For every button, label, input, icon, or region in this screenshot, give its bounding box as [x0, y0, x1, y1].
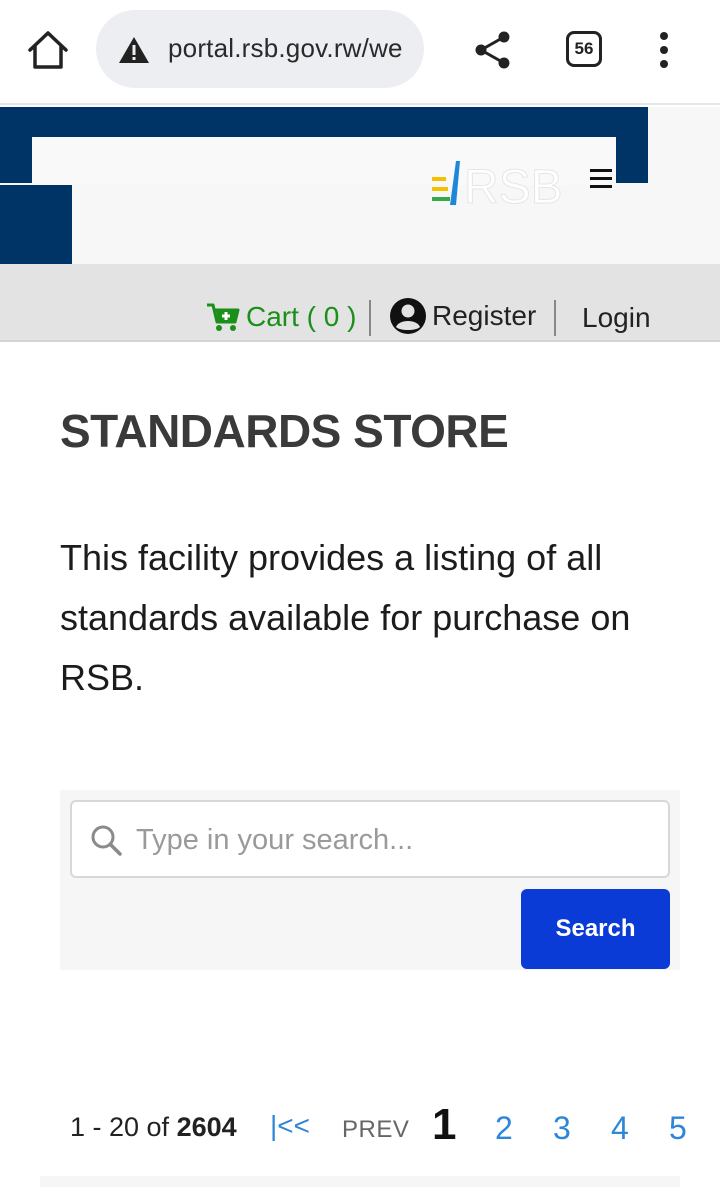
logo-text: RSB [464, 161, 563, 213]
header-block-left [0, 185, 72, 264]
tab-switcher-button[interactable]: 56 [566, 31, 602, 67]
search-icon [91, 825, 122, 856]
header-band-right [616, 107, 648, 183]
header-band [0, 107, 648, 137]
page-description: This facility provides a listing of all … [60, 537, 631, 698]
search-panel: Search [60, 790, 680, 970]
cart-link[interactable]: Cart ( 0 ) [206, 300, 356, 334]
prev-page-link[interactable]: PREV [342, 1116, 409, 1144]
search-input[interactable] [136, 818, 656, 862]
first-page-link[interactable]: |<< [270, 1110, 310, 1142]
site-header: RSB [0, 107, 720, 264]
search-button[interactable]: Search [521, 889, 670, 969]
pagination: 1 - 20 of 2604 |<< PREV 1 2 3 4 5 [40, 1100, 720, 1172]
rsb-logo[interactable]: RSB [428, 157, 570, 213]
results-area-edge [40, 1176, 680, 1187]
register-link[interactable]: Register [390, 298, 536, 334]
share-icon[interactable] [474, 30, 512, 70]
register-label[interactable]: Register [432, 300, 536, 332]
result-count: 1 - 20 of 2604 [70, 1112, 237, 1143]
browser-toolbar: portal.rsb.gov.rw/we 56 [0, 0, 720, 105]
page-link-5[interactable]: 5 [669, 1110, 687, 1147]
page-current: 1 [432, 1100, 457, 1149]
page-link-4[interactable]: 4 [611, 1110, 629, 1147]
result-total: 2604 [176, 1112, 237, 1142]
result-range: 1 - 20 of [70, 1112, 170, 1142]
cart-plus-icon [207, 303, 240, 331]
page-title: STANDARDS STORE [60, 405, 509, 457]
page-link-3[interactable]: 3 [553, 1110, 571, 1147]
top-nav: Cart ( 0 ) Register Login [0, 264, 720, 342]
header-band-left [0, 107, 32, 183]
url-text[interactable]: portal.rsb.gov.rw/we [168, 33, 403, 64]
cart-label[interactable]: Cart ( 0 ) [246, 301, 356, 333]
search-box [70, 800, 670, 878]
login-link[interactable]: Login [582, 302, 651, 334]
warning-icon[interactable] [118, 36, 150, 64]
home-icon[interactable] [26, 28, 70, 72]
hamburger-menu-icon[interactable] [590, 169, 612, 191]
nav-divider [369, 300, 371, 336]
nav-divider [554, 300, 556, 336]
more-options-icon[interactable] [650, 30, 678, 70]
page-link-2[interactable]: 2 [495, 1110, 513, 1147]
user-circle-icon [390, 298, 426, 334]
address-bar[interactable]: portal.rsb.gov.rw/we [96, 10, 424, 88]
